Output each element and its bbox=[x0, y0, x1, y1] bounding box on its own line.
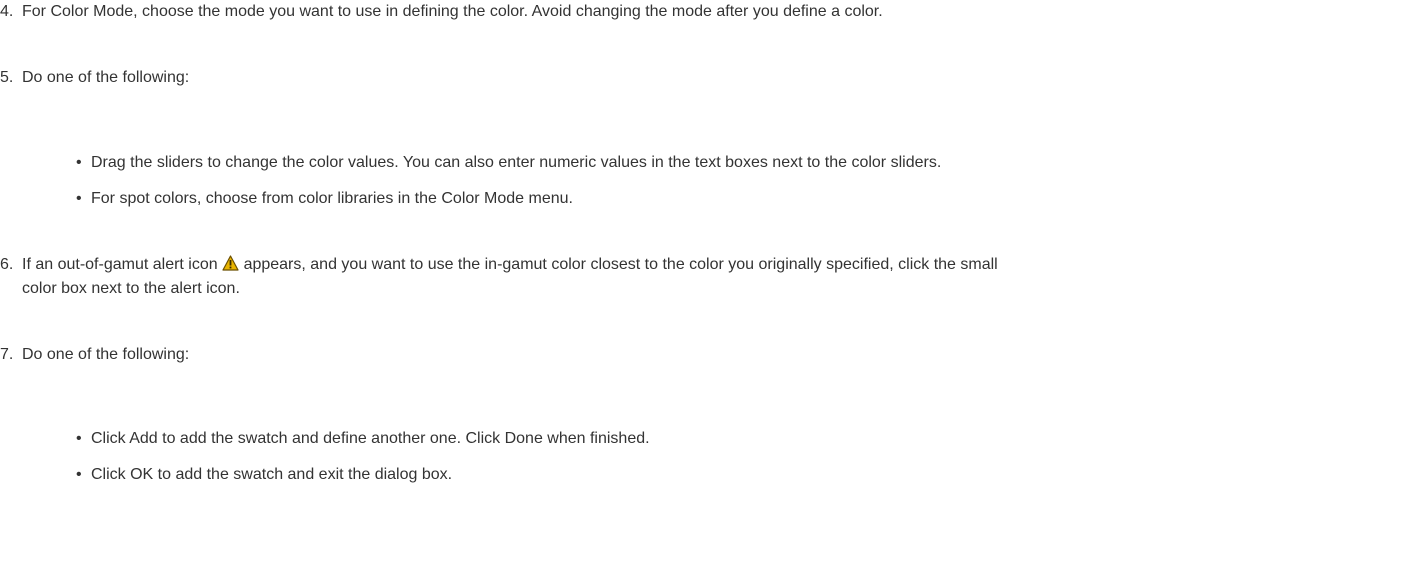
bullet-marker: • bbox=[76, 154, 82, 171]
step-5: 5. Do one of the following: bbox=[0, 66, 1405, 90]
step-4: 4. For Color Mode, choose the mode you wa… bbox=[0, 0, 1405, 24]
bullet-marker: • bbox=[76, 466, 82, 483]
step-number: 7. bbox=[0, 346, 14, 363]
list-item: • Drag the sliders to change the color v… bbox=[76, 151, 1396, 175]
step-number: 6. bbox=[0, 256, 14, 273]
bullet-marker: • bbox=[76, 430, 82, 447]
bullet-text: Click OK to add the swatch and exit the … bbox=[91, 466, 453, 483]
warning-triangle-icon bbox=[222, 255, 239, 271]
step-number: 4. bbox=[0, 3, 14, 20]
step-text: Do one of the following: bbox=[22, 346, 190, 363]
list-item: • Click OK to add the swatch and exit th… bbox=[76, 463, 1396, 487]
list-item: • For spot colors, choose from color lib… bbox=[76, 187, 1396, 211]
step-6: 6. If an out-of-gamut alert icon appears,… bbox=[0, 253, 1405, 301]
step-text: For Color Mode, choose the mode you want… bbox=[22, 3, 883, 20]
step-number: 5. bbox=[0, 69, 14, 86]
bullet-marker: • bbox=[76, 190, 82, 207]
list-item: • Click Add to add the swatch and define… bbox=[76, 427, 1396, 451]
bullet-text: Click Add to add the swatch and define a… bbox=[91, 430, 650, 447]
step-7: 7. Do one of the following: bbox=[0, 343, 1405, 367]
bullet-text: For spot colors, choose from color libra… bbox=[91, 190, 573, 207]
step-text-continued: color box next to the alert icon. bbox=[22, 280, 240, 297]
step-text-after-icon: appears, and you want to use the in-gamu… bbox=[243, 256, 998, 273]
step-text: Do one of the following: bbox=[22, 69, 190, 86]
bullet-text: Drag the sliders to change the color val… bbox=[91, 154, 942, 171]
step-text-before-icon: If an out-of-gamut alert icon bbox=[22, 256, 218, 273]
